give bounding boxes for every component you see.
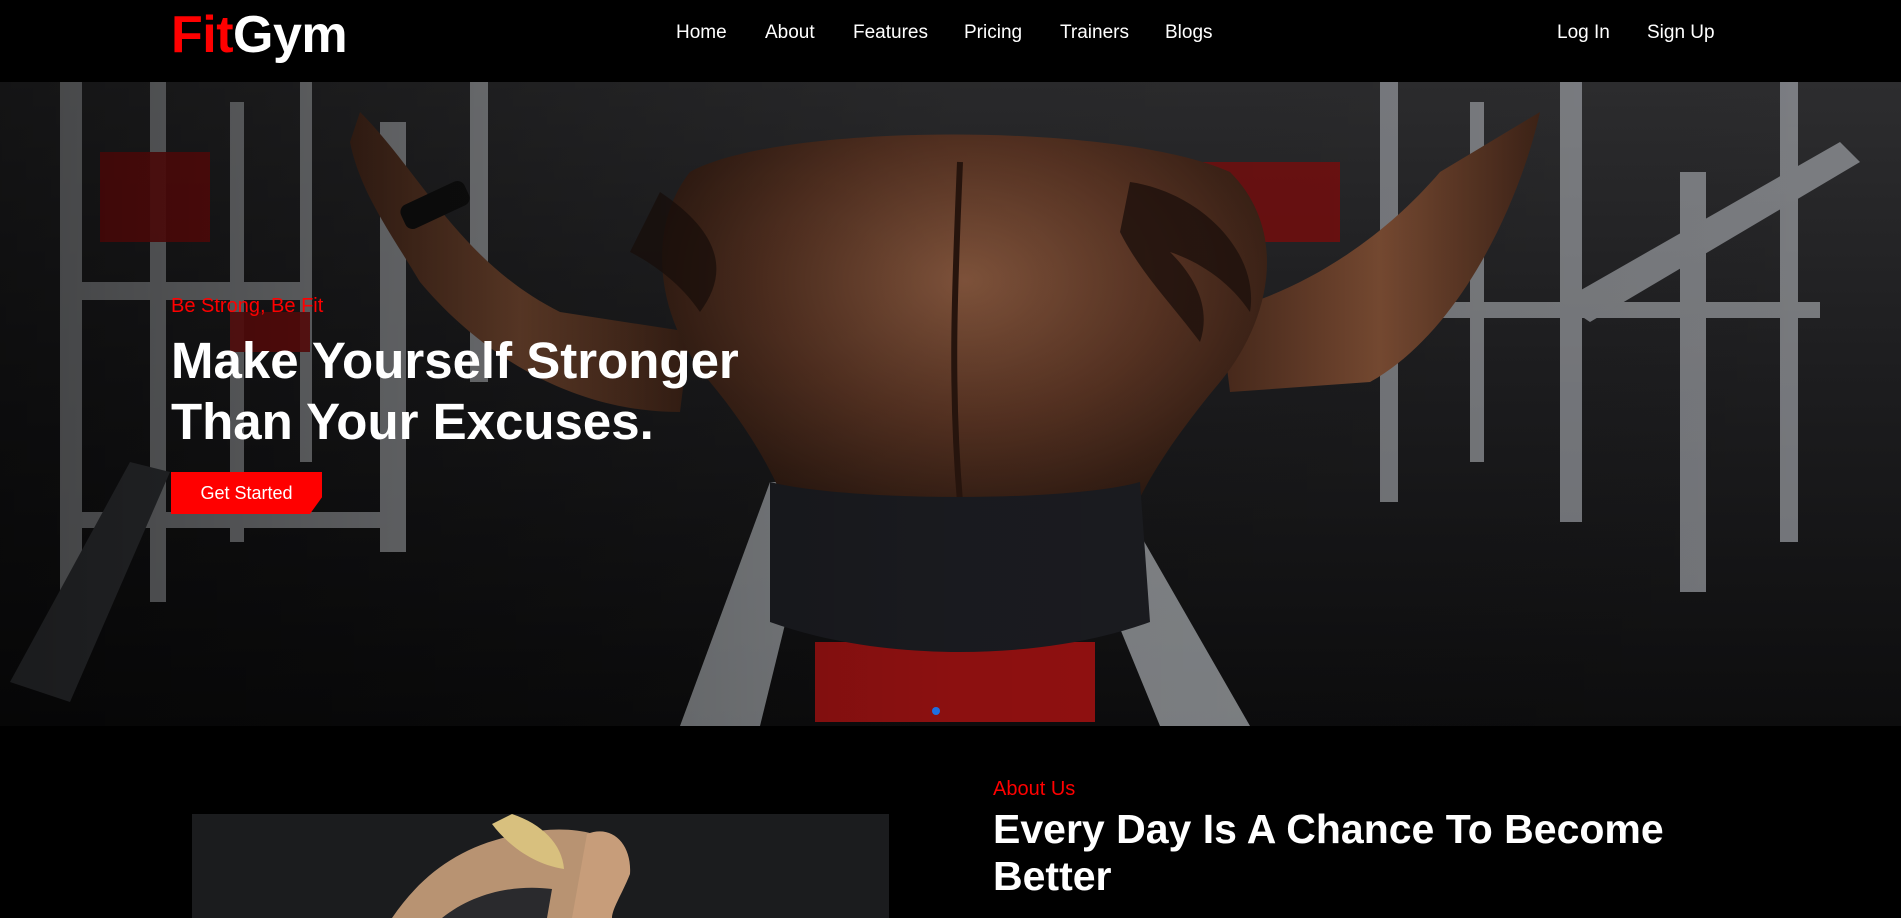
hero-title-line-1: Make Yourself Stronger (171, 332, 739, 389)
get-started-button[interactable]: Get Started (171, 472, 322, 514)
nav-trainers[interactable]: Trainers (1060, 22, 1129, 44)
nav-pricing[interactable]: Pricing (964, 22, 1022, 44)
brand-logo-gym: Gym (233, 6, 348, 64)
carousel-indicator[interactable] (932, 707, 940, 715)
nav-blogs[interactable]: Blogs (1165, 22, 1213, 44)
about-title: Every Day Is A Chance To Become Better (993, 806, 1664, 899)
nav-features[interactable]: Features (853, 22, 928, 44)
hero-section: Be Strong, Be Fit Make Yourself Stronger… (0, 82, 1901, 726)
signup-link[interactable]: Sign Up (1647, 22, 1715, 44)
login-link[interactable]: Log In (1557, 22, 1610, 44)
hero-title: Make Yourself Stronger Than Your Excuses… (171, 330, 871, 452)
brand-logo-fit: Fit (171, 6, 234, 64)
brand-logo[interactable]: FitGym (171, 6, 348, 64)
nav-home[interactable]: Home (676, 22, 727, 44)
nav-about[interactable]: About (765, 22, 815, 44)
about-image-graphic (192, 814, 889, 918)
hero-title-line-2: Than Your Excuses. (171, 393, 654, 450)
navbar: FitGym Home About Features Pricing Train… (0, 0, 1901, 82)
about-image (192, 814, 889, 918)
about-tagline: About Us (993, 778, 1076, 800)
hero-tagline: Be Strong, Be Fit (171, 295, 324, 317)
